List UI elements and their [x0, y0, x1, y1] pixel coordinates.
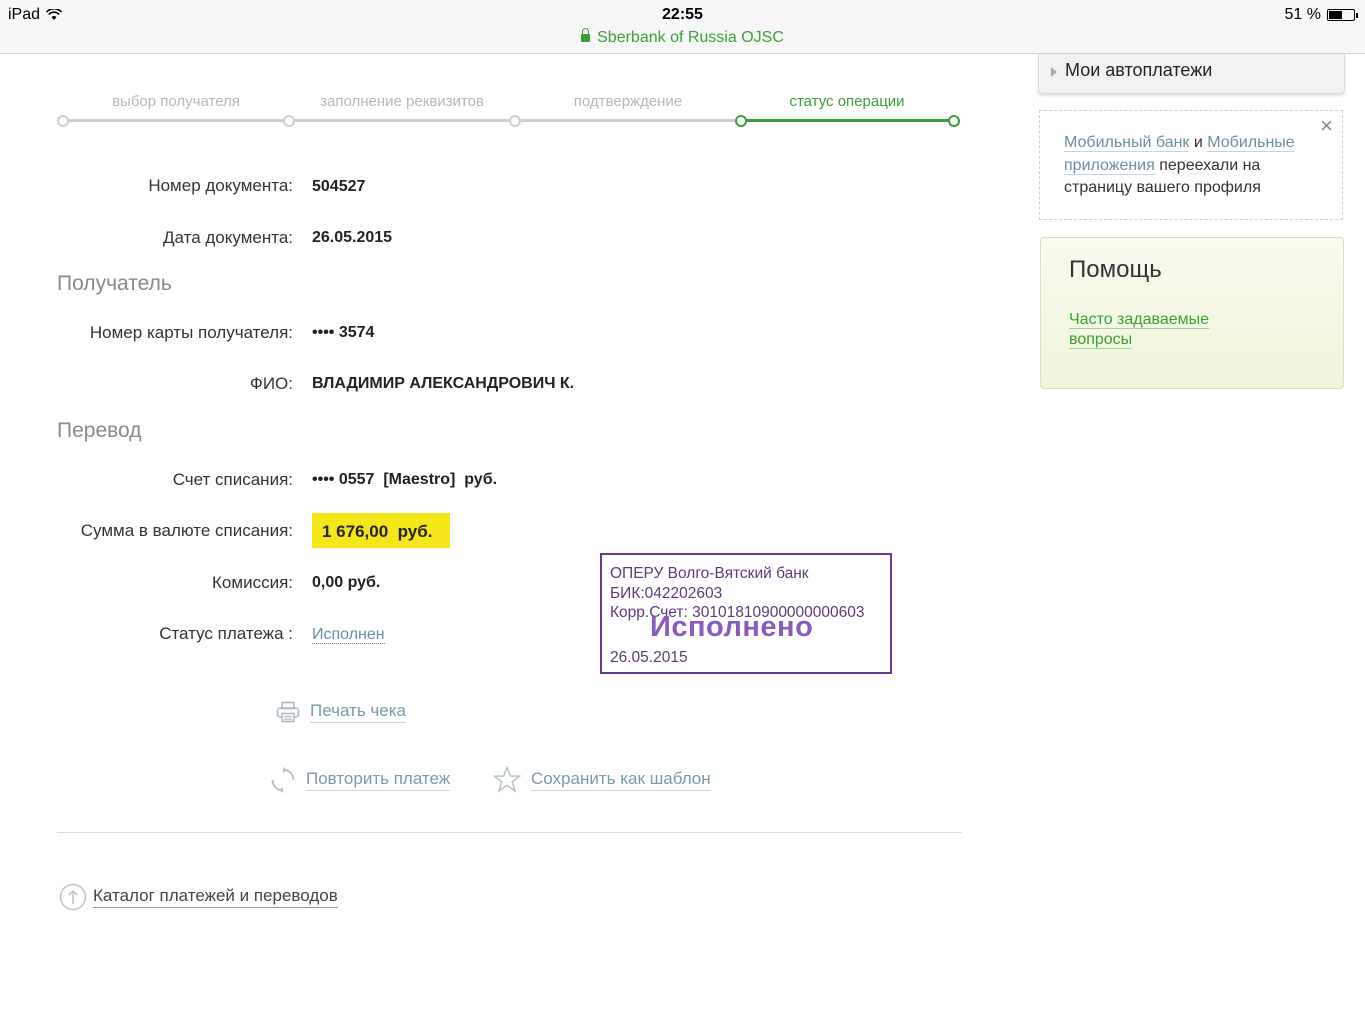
card-number-label: Номер карты получателя:	[89, 323, 293, 342]
autopayments-label[interactable]: Мои автоплатежи	[1065, 60, 1212, 80]
help-title: Помощь	[1069, 256, 1162, 283]
doc-number-label: Номер документа:	[148, 176, 293, 195]
save-template-button[interactable]: Сохранить как шаблон	[493, 766, 711, 793]
section-title-transfer: Перевод	[57, 419, 142, 442]
print-receipt-label[interactable]: Печать чека	[310, 701, 406, 723]
save-template-label[interactable]: Сохранить как шаблон	[531, 769, 711, 791]
printer-icon	[276, 701, 300, 723]
chevron-right-icon	[1051, 67, 1057, 77]
stamp-status: Исполнено	[650, 611, 814, 643]
step-label-confirm: подтверждение	[573, 93, 683, 110]
step-dot	[283, 115, 295, 127]
lock-icon	[581, 28, 591, 42]
battery-icon	[1327, 9, 1358, 21]
mobile-bank-link[interactable]: Мобильный банк	[1064, 134, 1190, 152]
bank-stamp: ОПЕРУ Волго-Вятский банк БИК:042202603 К…	[600, 553, 892, 674]
amount-value: 1 676,00 руб.	[312, 513, 450, 548]
repeat-payment-label[interactable]: Повторить платеж	[306, 769, 451, 791]
arrow-up-circle-icon	[59, 883, 87, 911]
close-icon[interactable]: ×	[1320, 114, 1333, 138]
stamp-date: 26.05.2015	[610, 649, 688, 666]
divider	[57, 832, 962, 833]
progress-track-active	[741, 119, 954, 122]
stamp-bank-name: ОПЕРУ Волго-Вятский банк	[610, 565, 809, 582]
step-dot	[509, 115, 521, 127]
battery-percent: 51 %	[1284, 6, 1321, 23]
step-dot-active	[735, 115, 747, 127]
stamp-bik: БИК:042202603	[610, 584, 723, 602]
doc-number-value: 504527	[312, 178, 366, 195]
doc-date-label: Дата документа:	[163, 228, 293, 247]
catalog-label[interactable]: Каталог платежей и переводов	[93, 886, 338, 908]
payment-status-link[interactable]: Исполнен	[312, 626, 385, 644]
battery-indicator: 51 %	[1284, 6, 1358, 24]
star-icon	[493, 766, 521, 793]
clock: 22:55	[662, 6, 703, 23]
repeat-payment-button[interactable]: Повторить платеж	[270, 767, 451, 793]
payment-status-value[interactable]: Исполнен	[312, 626, 385, 644]
notice-and: и	[1189, 134, 1208, 151]
progress-steps: выбор получателя заполнение реквизитов п…	[57, 93, 967, 133]
amount-label: Сумма в валюте списания:	[80, 521, 293, 540]
recipient-name-label: ФИО:	[249, 374, 293, 393]
progress-track	[63, 119, 741, 122]
step-dot-active	[948, 115, 960, 127]
step-label-recipient: выбор получателя	[112, 93, 240, 110]
payment-status-label: Статус платежа :	[159, 624, 293, 643]
site-title: Sberbank of Russia OJSC	[597, 29, 784, 46]
ios-status-bar: iPad 22:55 Sberbank of Russia OJSC 51 %	[0, 0, 1365, 54]
section-title-recipient: Получатель	[57, 272, 172, 295]
notice-box: × Мобильный банк и Мобильные приложения …	[1039, 110, 1343, 220]
catalog-link[interactable]: Каталог платежей и переводов	[59, 883, 338, 911]
fee-label: Комиссия:	[212, 573, 293, 592]
faq-label[interactable]: Часто задаваемые вопросы	[1069, 311, 1210, 349]
recipient-name-value: ВЛАДИМИР АЛЕКСАНДРОВИЧ К.	[312, 375, 575, 392]
address-bar[interactable]: Sberbank of Russia OJSC	[0, 28, 1365, 47]
step-dot	[57, 115, 69, 127]
debit-account-label: Счет списания:	[172, 470, 293, 489]
refresh-icon	[271, 767, 295, 793]
step-label-status: статус операции	[789, 93, 905, 110]
help-panel: Помощь Часто задаваемые вопросы	[1040, 237, 1344, 389]
card-number-value: •••• 3574	[312, 324, 375, 341]
doc-date-value: 26.05.2015	[312, 229, 393, 246]
faq-link[interactable]: Часто задаваемые вопросы	[1069, 310, 1219, 350]
debit-account-value: •••• 0557 [Maestro] руб.	[312, 471, 498, 488]
my-autopayments-menu[interactable]: Мои автоплатежи	[1038, 54, 1345, 94]
step-label-details: заполнение реквизитов	[320, 93, 484, 110]
fee-value: 0,00 руб.	[312, 574, 381, 591]
print-receipt-button[interactable]: Печать чека	[276, 701, 406, 723]
